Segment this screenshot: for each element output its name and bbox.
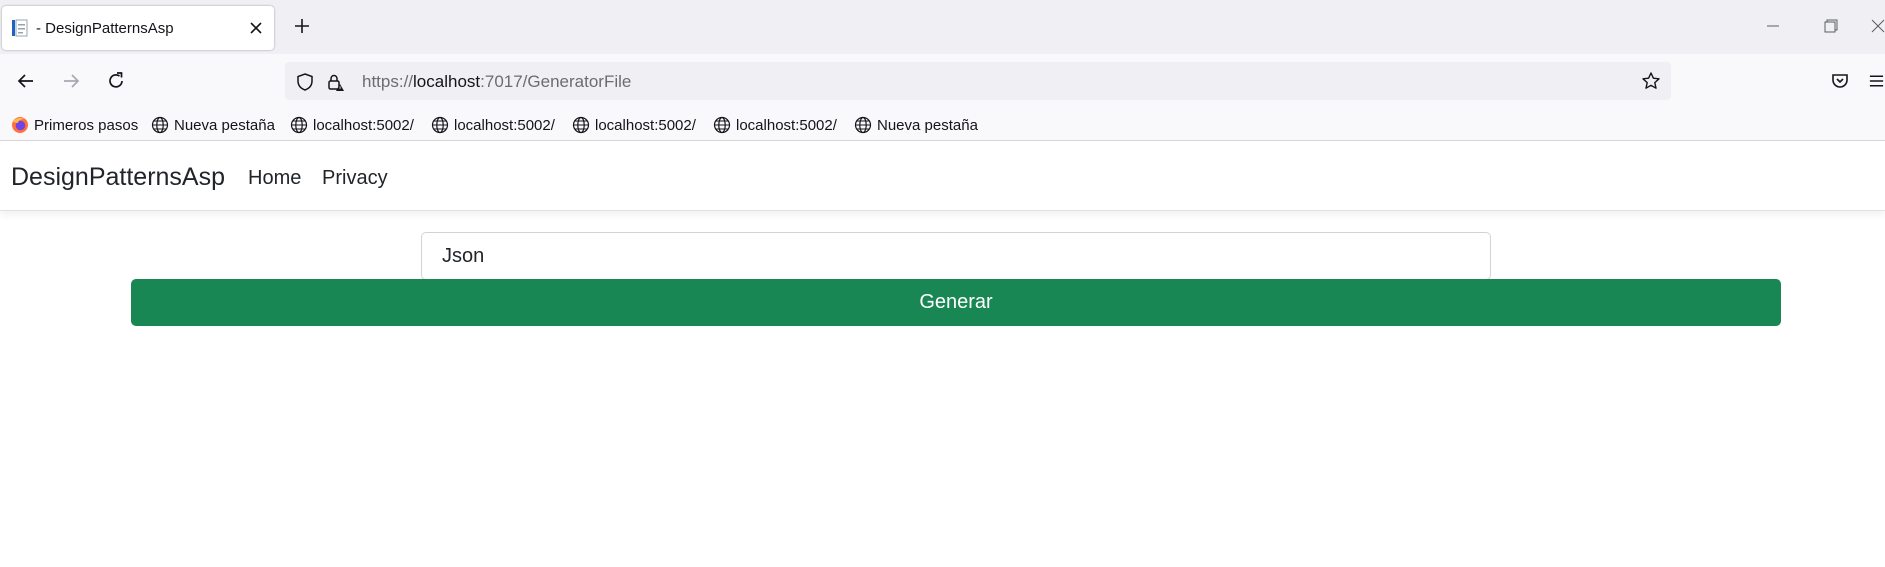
bookmarks-toolbar: Primeros pasos Nueva pestaña localhost:5…: [0, 108, 1885, 141]
restore-icon[interactable]: [1818, 13, 1844, 39]
bookmark-label: localhost:5002/: [595, 116, 696, 134]
bookmark-label: Nueva pestaña: [174, 116, 275, 134]
tab-title: - DesignPatternsAsp: [36, 20, 174, 37]
bookmark-item[interactable]: localhost:5002/: [572, 114, 696, 136]
url-host: localhost: [413, 72, 481, 91]
bookmark-label: Primeros pasos: [34, 116, 139, 134]
page-icon: [11, 19, 29, 37]
tab-strip: - DesignPatternsAsp: [0, 0, 1885, 54]
pocket-icon[interactable]: [1825, 66, 1855, 96]
globe-icon: [713, 116, 731, 134]
back-arrow-icon[interactable]: [11, 66, 41, 96]
globe-icon: [854, 116, 872, 134]
url-path: :7017/GeneratorFile: [480, 72, 632, 91]
bookmark-label: localhost:5002/: [454, 116, 555, 134]
bookmark-item[interactable]: localhost:5002/: [713, 114, 837, 136]
minimize-icon[interactable]: [1760, 13, 1786, 39]
generate-button[interactable]: Generar: [131, 279, 1781, 326]
nav-link-privacy[interactable]: Privacy: [322, 167, 388, 190]
file-type-input[interactable]: [421, 232, 1491, 280]
firefox-icon: [12, 117, 28, 133]
globe-icon: [431, 116, 449, 134]
bookmark-item[interactable]: localhost:5002/: [431, 114, 555, 136]
globe-icon: [151, 116, 169, 134]
menu-icon[interactable]: [1868, 66, 1885, 96]
shield-icon[interactable]: [294, 71, 316, 93]
bookmark-item[interactable]: Primeros pasos: [11, 114, 138, 136]
nav-link-home[interactable]: Home: [248, 167, 301, 190]
globe-icon: [572, 116, 590, 134]
site-navbar: DesignPatternsAsp Home Privacy: [0, 141, 1885, 211]
globe-icon: [290, 116, 308, 134]
close-window-icon[interactable]: [1871, 13, 1885, 39]
url-bar[interactable]: https://localhost:7017/GeneratorFile: [285, 62, 1671, 100]
new-tab-icon[interactable]: [287, 11, 317, 41]
url-text[interactable]: https://localhost:7017/GeneratorFile: [362, 72, 631, 92]
close-tab-icon[interactable]: [244, 16, 268, 40]
bookmark-label: Nueva pestaña: [877, 116, 978, 134]
bookmark-item[interactable]: localhost:5002/: [290, 114, 414, 136]
reload-icon[interactable]: [101, 66, 131, 96]
bookmark-star-icon[interactable]: [1639, 69, 1663, 93]
lock-icon[interactable]: [324, 71, 346, 93]
browser-tab[interactable]: - DesignPatternsAsp: [2, 6, 274, 50]
url-scheme: https://: [362, 72, 414, 91]
bookmark-label: localhost:5002/: [736, 116, 837, 134]
bookmark-item[interactable]: Nueva pestaña: [854, 114, 978, 136]
bookmark-item[interactable]: Nueva pestaña: [151, 114, 275, 136]
bookmark-label: localhost:5002/: [313, 116, 414, 134]
brand-link[interactable]: DesignPatternsAsp: [11, 163, 225, 192]
forward-arrow-icon[interactable]: [56, 66, 86, 96]
